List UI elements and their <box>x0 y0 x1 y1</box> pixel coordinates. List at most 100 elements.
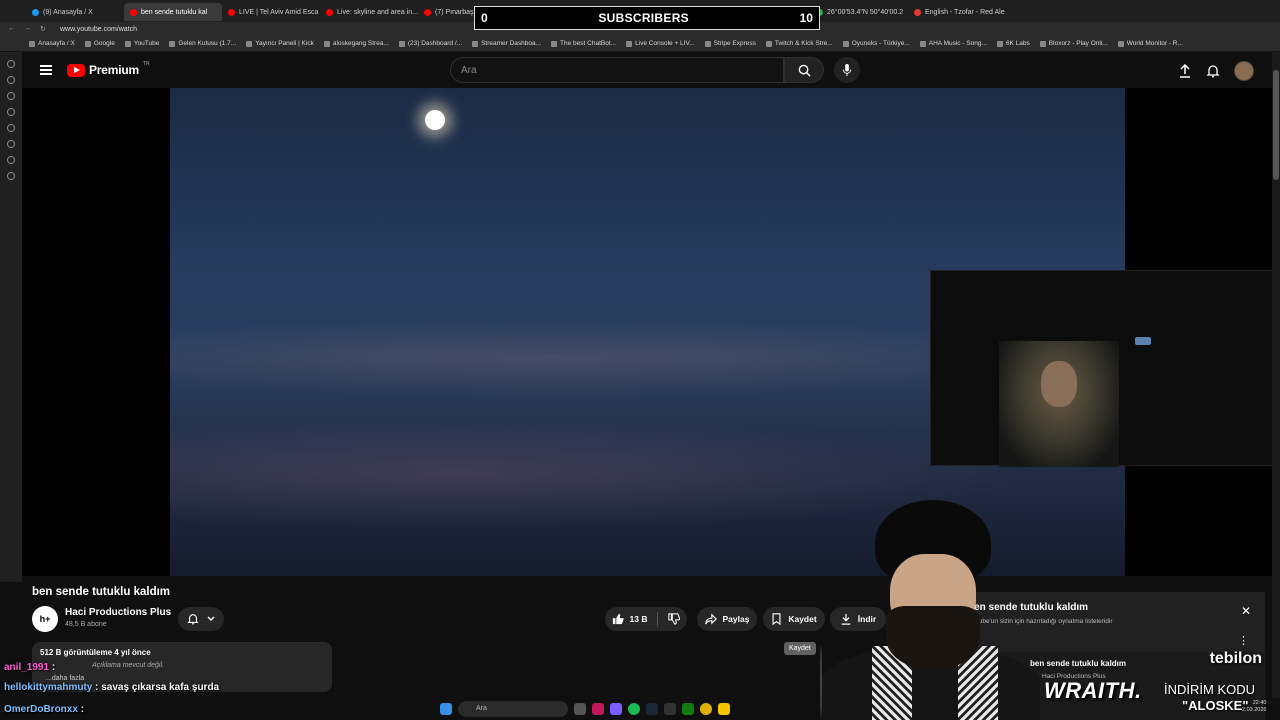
like-icon[interactable] <box>612 613 624 625</box>
like-dislike-group: 13 B <box>605 607 687 631</box>
sponsor-name: tebilon <box>1209 650 1262 667</box>
bookmark-item[interactable]: Bloxorz - Play Onli... <box>1035 40 1113 47</box>
sidebar-app-icon[interactable] <box>7 124 15 132</box>
account-avatar[interactable] <box>1234 61 1254 81</box>
xbox-icon[interactable] <box>682 703 694 715</box>
bookmark-item[interactable]: Live Console + LIV... <box>621 40 700 47</box>
chrome-icon[interactable] <box>700 703 712 715</box>
bookmark-favicon-icon <box>842 40 849 47</box>
back-icon[interactable]: ← <box>8 25 15 33</box>
bookmark-item[interactable]: Yayıncı Paneli | Kick <box>241 40 319 47</box>
start-icon[interactable] <box>440 703 452 715</box>
bookmark-item[interactable]: AHA Music - Song... <box>915 40 992 47</box>
channel-avatar[interactable]: h+ <box>32 606 58 632</box>
bookmark-item[interactable]: World Monitor - R... <box>1113 40 1188 47</box>
bookmark-item[interactable]: (23) Dashboard /... <box>394 40 467 47</box>
bookmark-item[interactable]: Twitch & Kick Stre... <box>761 40 838 47</box>
chat-message: OmerDoBronxx : <box>4 704 84 715</box>
goal-label: SUBSCRIBERS <box>598 11 689 25</box>
chat-username: OmerDoBronxx <box>4 704 78 715</box>
file-explorer-icon[interactable] <box>718 703 730 715</box>
tab-label: 26°00'53.4"N 50°40'00.2 <box>827 8 904 16</box>
bookmark-favicon-icon <box>124 40 131 47</box>
bookmark-item[interactable]: Streamer Dashboa... <box>467 40 546 47</box>
task-view-icon[interactable] <box>574 703 586 715</box>
obs-icon[interactable] <box>592 703 604 715</box>
app-icon[interactable] <box>664 703 676 715</box>
save-button[interactable]: Kaydet <box>763 607 825 631</box>
bookmark-item[interactable]: Oyuneks - Türkiye... <box>838 40 915 47</box>
search-icon <box>798 64 811 77</box>
video-player[interactable] <box>22 88 1274 576</box>
menu-icon[interactable] <box>40 65 52 75</box>
forward-icon[interactable]: → <box>24 25 31 33</box>
subscribe-notifications-button[interactable] <box>178 607 224 631</box>
more-options-icon[interactable]: ⋮ <box>1238 634 1249 647</box>
system-clock[interactable]: 22:40 2.03.2026 <box>1242 700 1266 714</box>
bookmark-item[interactable]: Gelen Kutusu (1.7... <box>164 40 241 47</box>
logo-text: Premium <box>89 63 139 77</box>
close-icon[interactable]: ✕ <box>1241 604 1251 618</box>
bookmark-item[interactable]: The best ChatBot... <box>546 40 621 47</box>
youtube-header: Premium TR Ara <box>22 52 1272 90</box>
tab-favicon-icon <box>326 8 333 16</box>
microphone-icon <box>842 63 852 76</box>
search-button[interactable] <box>784 57 824 83</box>
bookmark-favicon-icon <box>1039 40 1046 47</box>
browser-tab[interactable]: 26°00'53.4"N 50°40'00.2 <box>810 3 908 21</box>
sidebar-app-icon[interactable] <box>7 76 15 84</box>
bookmark-label: Twitch & Kick Stre... <box>774 40 833 47</box>
share-icon <box>704 613 717 625</box>
search-input[interactable]: Ara <box>450 57 784 83</box>
tab-label: Live: skyline and area in... <box>337 8 418 16</box>
discord-icon[interactable] <box>610 703 622 715</box>
voice-search-button[interactable] <box>834 57 860 83</box>
browser-tab[interactable]: Live: skyline and area in... <box>320 3 418 21</box>
logo-region: TR <box>142 61 150 67</box>
sidebar-app-icon[interactable] <box>7 108 15 116</box>
sidebar-app-icon[interactable] <box>7 60 15 68</box>
nav-buttons: ← → ↻ <box>0 25 60 33</box>
youtube-logo[interactable]: Premium TR <box>67 61 150 77</box>
bookmark-label: 6K Labs <box>1005 40 1030 47</box>
dislike-icon[interactable] <box>668 613 681 625</box>
steam-icon[interactable] <box>646 703 658 715</box>
bookmark-item[interactable]: aloskegang Strea... <box>319 40 394 47</box>
chat-username: hellokittymahmuty <box>4 682 93 693</box>
sidebar-app-icon[interactable] <box>7 156 15 164</box>
browser-tab[interactable]: LIVE | Tel Aviv Amid Esca <box>222 3 320 21</box>
sidebar-app-icon[interactable] <box>7 140 15 148</box>
tab-label: English - Tzofar - Red Ale <box>925 8 1005 16</box>
browser-tab[interactable]: English - Tzofar - Red Ale <box>908 3 1006 21</box>
reload-icon[interactable]: ↻ <box>40 25 46 33</box>
bookmark-item[interactable]: 6K Labs <box>992 40 1035 47</box>
scrollbar-thumb[interactable] <box>1273 70 1279 180</box>
spotify-icon[interactable] <box>628 703 640 715</box>
taskbar-search-placeholder: Ara <box>476 705 487 712</box>
bookmark-item[interactable]: Stripe Express <box>700 40 761 47</box>
channel-subscribers: 48,5 B abone <box>65 621 107 628</box>
browser-sidebar <box>0 52 22 582</box>
bookmark-label: Anasayfa / X <box>38 40 75 47</box>
bookmark-favicon-icon <box>996 40 1003 47</box>
page-scrollbar[interactable] <box>1272 52 1280 698</box>
bookmark-item[interactable]: YouTube <box>120 40 165 47</box>
sidebar-app-icon[interactable] <box>7 92 15 100</box>
bookmark-favicon-icon <box>626 40 633 47</box>
taskbar-search[interactable]: Ara <box>458 701 568 717</box>
chat-text: : <box>80 704 85 715</box>
share-button[interactable]: Paylaş <box>697 607 757 631</box>
upload-icon[interactable] <box>1178 64 1192 78</box>
browser-tab[interactable]: (9) Anasayfa / X <box>26 3 124 21</box>
notifications-bell-icon[interactable] <box>1206 64 1220 78</box>
channel-name[interactable]: Haci Productions Plus <box>65 607 171 618</box>
bookmark-item[interactable]: Google <box>80 40 120 47</box>
sidebar-app-icon[interactable] <box>7 172 15 180</box>
bookmark-item[interactable]: Anasayfa / X <box>24 40 80 47</box>
like-count[interactable]: 13 B <box>630 614 648 624</box>
tab-favicon-icon <box>130 8 137 16</box>
goal-target: 10 <box>799 11 813 25</box>
chat-message: anil_1991 : <box>4 662 55 673</box>
bookmark-label: The best ChatBot... <box>560 40 617 47</box>
browser-tab[interactable]: ben sende tutuklu kal <box>124 3 222 21</box>
